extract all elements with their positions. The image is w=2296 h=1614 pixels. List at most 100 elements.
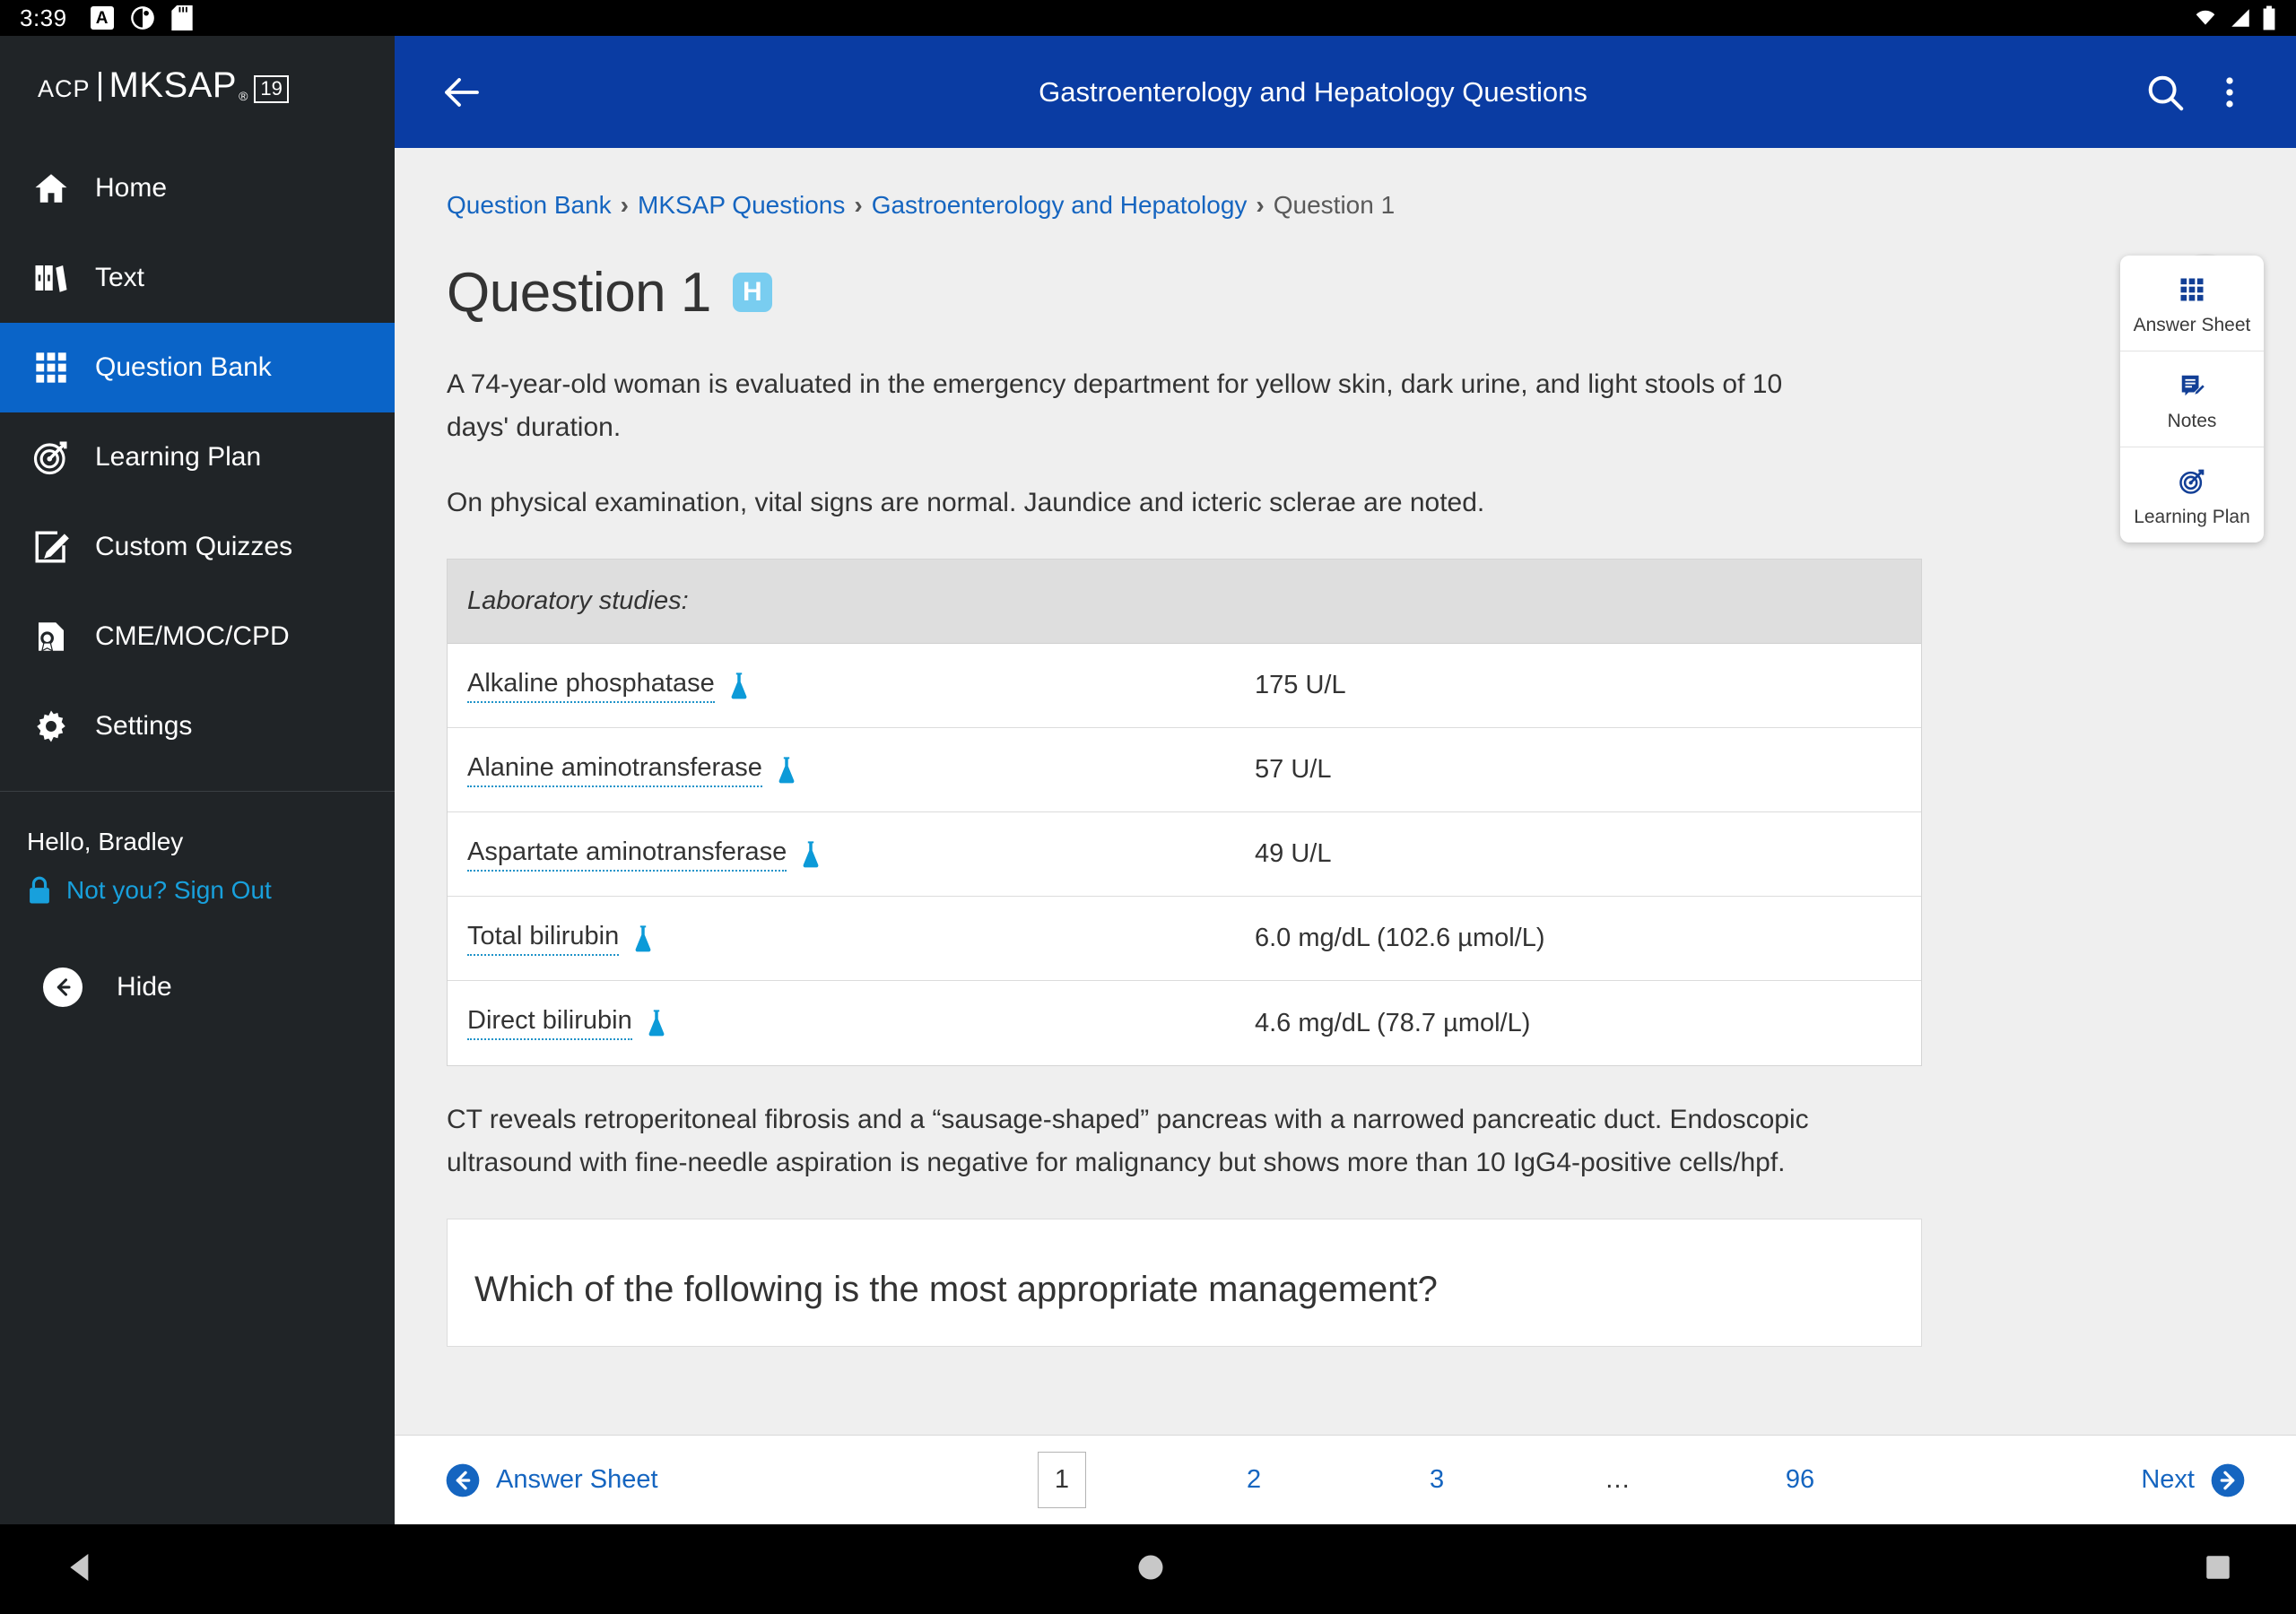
app-logo[interactable]: ACP MKSAP ® 19 (0, 36, 395, 134)
sidebar-item-text[interactable]: Text (0, 233, 395, 323)
lab-name-link[interactable]: Alkaline phosphatase (467, 669, 715, 703)
sidebar-item-label: Settings (95, 711, 193, 741)
panel-item-learning-plan[interactable]: Learning Plan (2120, 447, 2264, 542)
lab-value: 49 U/L (1255, 839, 1332, 868)
lab-name-cell: Alkaline phosphatase (448, 669, 1255, 703)
edit-square-icon (27, 528, 75, 566)
android-navigation-bar (0, 1524, 2296, 1614)
sidebar-item-custom-quizzes[interactable]: Custom Quizzes (0, 502, 395, 592)
panel-item-answer-sheet[interactable]: Answer Sheet (2120, 256, 2264, 351)
page-number-1[interactable]: 1 (1037, 1452, 1087, 1508)
next-label: Next (2141, 1465, 2195, 1494)
sidebar-item-learning-plan[interactable]: Learning Plan (0, 412, 395, 502)
certificate-icon (27, 618, 75, 655)
triangle-back-icon[interactable] (63, 1549, 99, 1590)
status-bar-notification-icons: A (90, 5, 193, 30)
hide-sidebar-button[interactable]: Hide (27, 968, 395, 1007)
grid-icon (27, 350, 75, 386)
target-icon (27, 438, 75, 476)
note-edit-icon (2126, 368, 2258, 404)
breadcrumb-separator: › (620, 191, 629, 219)
signal-icon (2231, 9, 2249, 27)
flask-icon[interactable] (799, 840, 822, 869)
logo-divider (98, 72, 101, 101)
laboratory-studies-table: Laboratory studies: Alkaline phosphatase… (447, 559, 1922, 1066)
sidebar-item-settings[interactable]: Settings (0, 681, 395, 771)
font-size-a-icon: A (90, 6, 114, 30)
gear-icon (27, 707, 75, 745)
table-row: Alkaline phosphatase 175 U/L (448, 644, 1921, 728)
answer-sheet-button[interactable]: Answer Sheet (445, 1462, 658, 1498)
android-status-bar: 3:39 A (0, 0, 2296, 36)
page-ellipsis: … (1605, 1465, 1633, 1494)
page-number-3[interactable]: 3 (1422, 1465, 1452, 1495)
more-vertical-icon (2226, 76, 2233, 108)
lab-name-link[interactable]: Alanine aminotransferase (467, 753, 762, 787)
question-paragraph-2: On physical examination, vital signs are… (447, 488, 1485, 517)
square-recents-icon[interactable] (2203, 1552, 2233, 1587)
sidebar-item-question-bank[interactable]: Question Bank (0, 323, 395, 412)
sign-out-row[interactable]: Not you? Sign Out (27, 876, 395, 905)
table-row: Direct bilirubin 4.6 mg/dL (78.7 µmol/L) (448, 981, 1921, 1065)
sign-out-link[interactable]: Not you? Sign Out (66, 876, 272, 905)
lab-name-link[interactable]: Total bilirubin (467, 922, 620, 956)
sidebar-nav: Home Text Question Bank Learning Plan Cu… (0, 143, 395, 771)
breadcrumb-separator: › (1256, 191, 1265, 219)
grid-icon (2126, 272, 2258, 308)
page-number-2[interactable]: 2 (1239, 1465, 1269, 1495)
breadcrumb-current: Question 1 (1273, 191, 1396, 219)
sidebar-item-label: Custom Quizzes (95, 532, 293, 561)
lab-value: 6.0 mg/dL (102.6 µmol/L) (1255, 924, 1545, 952)
high-value-badge: H (732, 273, 772, 312)
page-number-96[interactable]: 96 (1785, 1465, 1815, 1495)
arrow-left-circle-icon (445, 1462, 481, 1498)
tools-panel: Answer Sheet Notes Learning Plan (2120, 256, 2264, 542)
sidebar-item-label: Question Bank (95, 352, 272, 382)
sidebar-user-block: Hello, Bradley Not you? Sign Out Hide (0, 792, 395, 1007)
breadcrumb-separator: › (854, 191, 863, 219)
page-number-list: 1 2 3 … 96 (712, 1452, 2142, 1508)
next-button[interactable]: Next (2141, 1462, 2246, 1498)
lab-name-link[interactable]: Direct bilirubin (467, 1006, 632, 1040)
sidebar-item-label: Home (95, 173, 168, 203)
sidebar-item-home[interactable]: Home (0, 143, 395, 233)
lab-value: 57 U/L (1255, 755, 1332, 784)
breadcrumb-link-question-bank[interactable]: Question Bank (447, 191, 612, 219)
lab-name-link[interactable]: Aspartate aminotransferase (467, 837, 787, 872)
sidebar-item-cme-moc-cpd[interactable]: CME/MOC/CPD (0, 592, 395, 681)
status-bar-system-icons (2192, 5, 2276, 30)
logo-edition-badge: 19 (254, 74, 289, 103)
panel-item-notes[interactable]: Notes (2120, 351, 2264, 447)
question-scroll-area[interactable]: Question Bank › MKSAP Questions › Gastroente… (395, 148, 2296, 1435)
flask-icon[interactable] (775, 756, 798, 785)
greeting-text: Hello, Bradley (27, 828, 184, 855)
screen: 3:39 A ACP MKSAP ® 19 Home Text Question… (0, 0, 2296, 1614)
flask-icon[interactable] (645, 1009, 668, 1037)
do-not-disturb-icon (130, 6, 154, 30)
flask-icon[interactable] (727, 672, 751, 700)
logo-acp-text: ACP (38, 75, 91, 102)
lab-name-cell: Direct bilirubin (448, 1006, 1255, 1040)
lab-name-cell: Aspartate aminotransferase (448, 837, 1255, 872)
home-icon (27, 169, 75, 207)
overflow-menu-button[interactable] (2197, 60, 2262, 125)
lab-value: 175 U/L (1255, 671, 1346, 699)
arrow-right-circle-icon (2210, 1462, 2246, 1498)
question-prompt-box: Which of the following is the most appro… (447, 1219, 1922, 1347)
search-icon (2148, 75, 2184, 110)
breadcrumb-link-mksap-questions[interactable]: MKSAP Questions (638, 191, 845, 219)
app-bar: Gastroenterology and Hepatology Question… (395, 36, 2296, 148)
lab-table-caption: Laboratory studies: (448, 560, 1921, 644)
question-title-row: Question 1 H (395, 254, 2296, 331)
breadcrumb: Question Bank › MKSAP Questions › Gastroente… (395, 191, 2296, 220)
table-row: Alanine aminotransferase 57 U/L (448, 728, 1921, 812)
breadcrumb-link-gastroenterology[interactable]: Gastroenterology and Hepatology (872, 191, 1248, 219)
search-button[interactable] (2133, 60, 2197, 125)
circle-home-icon[interactable] (1135, 1551, 1167, 1588)
back-button[interactable] (429, 60, 493, 125)
panel-item-label: Answer Sheet (2133, 315, 2251, 335)
content-area: Question Bank › MKSAP Questions › Gastroente… (395, 148, 2296, 1524)
page-title: Question 1 (447, 261, 711, 324)
flask-icon[interactable] (631, 924, 655, 953)
lock-icon (27, 876, 52, 905)
